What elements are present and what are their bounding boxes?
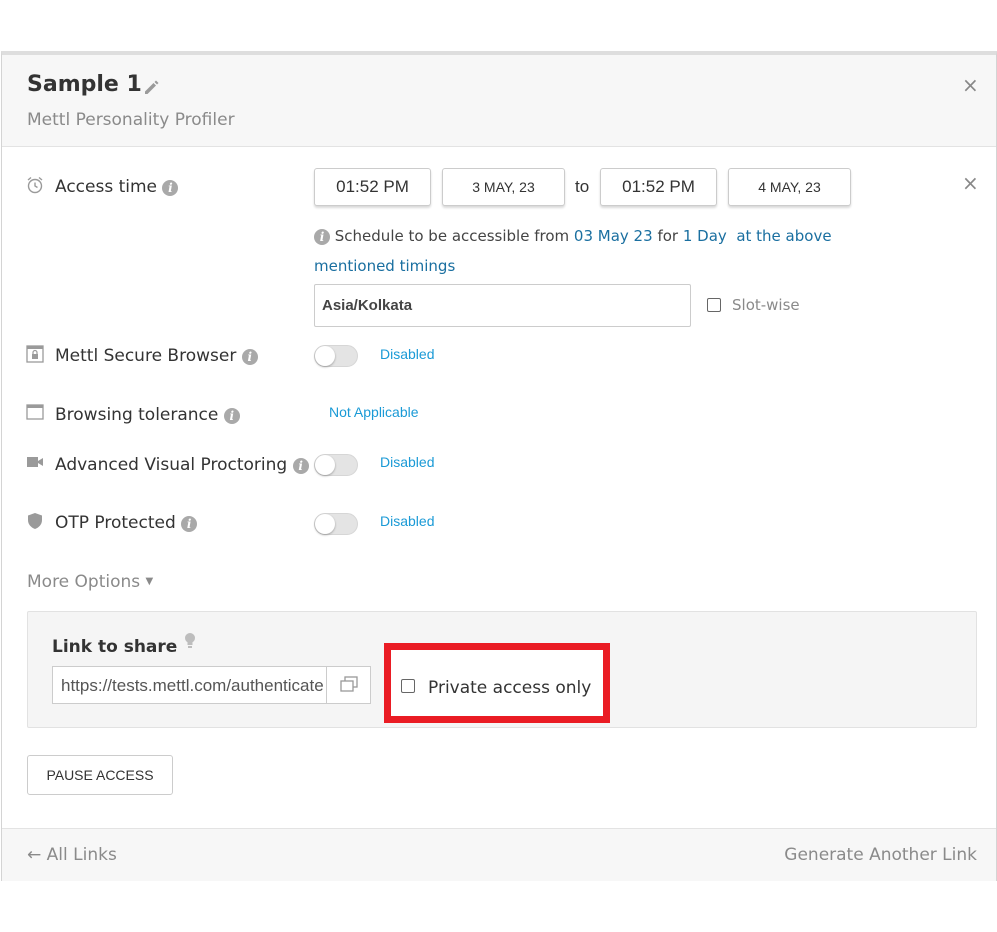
info-icon[interactable]: i: [241, 349, 258, 365]
secure-browser-label: Mettl Secure Browser i: [55, 346, 258, 366]
panel-footer: ← All Links Generate Another Link: [2, 828, 996, 881]
access-time-label: Access time i: [55, 177, 179, 197]
copy-icon: [340, 676, 358, 692]
pause-access-button[interactable]: PAUSE ACCESS: [27, 755, 173, 795]
schedule-duration: 1 Day: [682, 227, 727, 245]
copy-link-button[interactable]: [326, 666, 371, 704]
visual-proctoring-status: Disabled: [380, 454, 435, 470]
otp-toggle[interactable]: [314, 513, 358, 535]
browser-window-icon: [26, 404, 44, 420]
info-icon[interactable]: i: [292, 458, 309, 474]
slotwise-label: Slot-wise: [732, 296, 800, 314]
generate-link-button[interactable]: Generate Another Link: [784, 845, 977, 865]
edit-icon[interactable]: [142, 77, 162, 97]
info-icon: i: [314, 229, 330, 245]
visual-proctoring-toggle[interactable]: [314, 454, 358, 476]
clear-access-time-icon[interactable]: ×: [962, 171, 979, 195]
schedule-info: i Schedule to be accessible from 03 May …: [314, 227, 832, 275]
secure-browser-toggle[interactable]: [314, 345, 358, 367]
otp-status: Disabled: [380, 513, 435, 529]
shield-icon: [28, 513, 42, 529]
share-title: Link to share: [52, 632, 197, 657]
end-time-input[interactable]: 01:52 PM: [600, 168, 717, 206]
more-options-toggle[interactable]: More Options ▼: [27, 572, 153, 592]
lightbulb-icon: [185, 633, 196, 648]
page-subtitle: Mettl Personality Profiler: [27, 110, 235, 130]
to-label: to: [575, 177, 590, 196]
end-date-input[interactable]: 4 MAY, 23: [728, 168, 851, 206]
start-date-input[interactable]: 3 MAY, 23: [442, 168, 565, 206]
secure-browser-status: Disabled: [380, 346, 435, 362]
otp-label: OTP Protected i: [55, 513, 198, 533]
lock-window-icon: [26, 345, 44, 363]
video-camera-icon: [27, 457, 43, 467]
alarm-clock-icon: [27, 176, 43, 194]
close-panel-icon[interactable]: ×: [962, 73, 979, 97]
info-icon[interactable]: i: [162, 180, 179, 196]
all-links-link[interactable]: ← All Links: [27, 845, 117, 865]
schedule-date: 03 May 23: [573, 227, 653, 245]
slotwise-checkbox[interactable]: [707, 298, 721, 312]
share-url-input[interactable]: https://tests.mettl.com/authenticate: [52, 666, 327, 704]
browsing-tolerance-label: Browsing tolerance i: [55, 405, 240, 425]
panel-header: Sample 1 Mettl Personality Profiler ×: [2, 55, 996, 147]
timezone-select[interactable]: Asia/Kolkata: [314, 284, 691, 327]
browsing-tolerance-status: Not Applicable: [329, 404, 419, 420]
info-icon[interactable]: i: [223, 408, 240, 424]
info-icon[interactable]: i: [181, 516, 198, 532]
page-title: Sample 1: [27, 72, 142, 97]
link-settings-panel: Sample 1 Mettl Personality Profiler × Ac…: [1, 51, 997, 881]
visual-proctoring-label: Advanced Visual Proctoring i: [55, 455, 309, 475]
private-access-label: Private access only: [428, 678, 592, 698]
start-time-input[interactable]: 01:52 PM: [314, 168, 431, 206]
caret-down-icon: ▼: [145, 576, 154, 587]
private-access-checkbox[interactable]: [401, 679, 415, 693]
